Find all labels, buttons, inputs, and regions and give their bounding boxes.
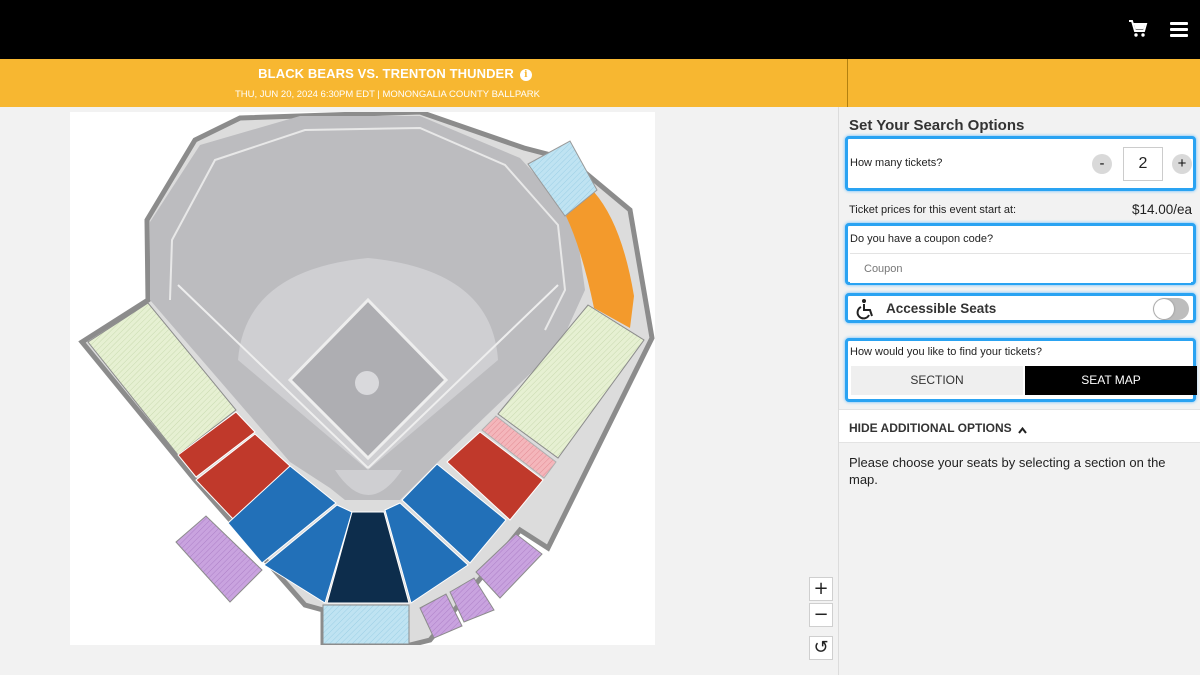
- hamburger-menu-icon[interactable]: [1170, 22, 1188, 40]
- zoom-in-button[interactable]: +: [809, 577, 833, 601]
- hide-additional-options-label: HIDE ADDITIONAL OPTIONS: [849, 421, 1012, 435]
- seat-map-area: + − ↺: [0, 107, 838, 675]
- chevron-up-icon: [1018, 422, 1027, 434]
- event-details: THU, JUN 20, 2024 6:30PM EDT | MONONGALI…: [235, 89, 540, 100]
- toggle-knob: [1154, 299, 1174, 319]
- price-label: Ticket prices for this event start at:: [849, 204, 1017, 216]
- coupon-input[interactable]: [850, 253, 1191, 283]
- pitchers-mound: [355, 371, 379, 395]
- zoom-out-button[interactable]: −: [809, 603, 833, 627]
- accessible-seats-label: Accessible Seats: [886, 301, 997, 316]
- event-title-row: BLACK BEARS VS. TRENTON THUNDER i: [0, 65, 790, 83]
- cart-icon[interactable]: [1127, 18, 1149, 40]
- seat-map-canvas: [70, 109, 655, 648]
- ticket-quantity-box: How many tickets? - 2 +: [845, 136, 1196, 191]
- increase-quantity-button[interactable]: +: [1172, 154, 1192, 174]
- ticket-quantity-label: How many tickets?: [850, 157, 943, 169]
- find-tickets-box: How would you like to find your tickets?…: [845, 338, 1197, 402]
- event-title: BLACK BEARS VS. TRENTON THUNDER: [258, 66, 514, 81]
- coupon-box: Do you have a coupon code?: [845, 223, 1196, 285]
- section-option-button[interactable]: SECTION: [851, 366, 1023, 395]
- seat-map-svg: [78, 109, 655, 648]
- accessible-seats-toggle[interactable]: [1153, 298, 1189, 320]
- reset-map-button[interactable]: ↺: [809, 636, 833, 660]
- info-icon[interactable]: i: [519, 69, 532, 81]
- panel-title: Set Your Search Options: [849, 117, 1025, 134]
- search-options-panel: Set Your Search Options How many tickets…: [838, 107, 1200, 675]
- coupon-label: Do you have a coupon code?: [850, 233, 994, 245]
- wheelchair-icon: [855, 298, 877, 320]
- decrease-quantity-button[interactable]: -: [1092, 154, 1112, 174]
- top-nav-bar: [0, 0, 1200, 59]
- accessible-seats-box: Accessible Seats: [845, 293, 1196, 323]
- find-tickets-label: How would you like to find your tickets?: [850, 346, 1042, 358]
- price-value: $14.00/ea: [1131, 202, 1192, 217]
- event-info-bar: BLACK BEARS VS. TRENTON THUNDER i THU, JU…: [0, 59, 1200, 107]
- section-home-lightblue[interactable]: [322, 604, 410, 645]
- seat-map-option-button[interactable]: SEAT MAP: [1025, 366, 1197, 395]
- map-instructions: Please choose your seats by selecting a …: [849, 455, 1166, 487]
- hide-additional-options-toggle[interactable]: HIDE ADDITIONAL OPTIONS: [839, 409, 1200, 443]
- event-bar-divider: [847, 59, 848, 107]
- ticket-quantity-value[interactable]: 2: [1123, 147, 1163, 181]
